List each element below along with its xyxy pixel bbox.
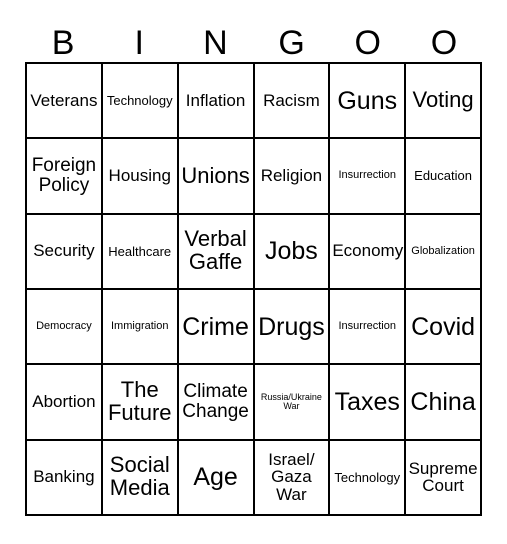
- bingo-cell-r6-c3[interactable]: Age: [178, 440, 255, 516]
- bingo-cell-r6-c4[interactable]: Israel/ Gaza War: [254, 440, 331, 516]
- bingo-cell-label: Technology: [334, 469, 401, 485]
- bingo-cell-r2-c6[interactable]: Education: [406, 139, 482, 215]
- bingo-cell-r3-c4[interactable]: Jobs: [254, 214, 331, 290]
- bingo-header-row: B I N G O O: [25, 16, 482, 60]
- bingo-cell-label: Globalization: [411, 244, 475, 257]
- bingo-cell-label: Age: [193, 463, 238, 492]
- bingo-cell-r1-c4[interactable]: Racism: [254, 64, 331, 140]
- bingo-cell-r5-c2[interactable]: The Future: [102, 365, 179, 441]
- bingo-grid: Veterans Technology Inflation Racism Guns Vot…: [25, 62, 482, 516]
- bingo-cell-label: Veterans: [30, 90, 98, 110]
- bingo-cell-r6-c5[interactable]: Technology: [330, 440, 407, 516]
- bingo-cell-r2-c3[interactable]: Unions: [178, 139, 255, 215]
- bingo-cell-r5-c6[interactable]: China: [406, 365, 482, 441]
- bingo-cell-r6-c2[interactable]: Social Media: [102, 440, 179, 516]
- bingo-cell-label: Jobs: [265, 237, 318, 266]
- bingo-cell-label: Security: [33, 241, 95, 261]
- bingo-cell-r6-c6[interactable]: Supreme Court: [406, 440, 482, 516]
- bingo-cell-r3-c5[interactable]: Economy: [330, 214, 407, 290]
- bingo-cell-r2-c5[interactable]: Insurrection: [330, 139, 407, 215]
- bingo-header-letter-2: N: [203, 24, 228, 62]
- bingo-header-letter-1: I: [134, 24, 144, 62]
- bingo-cell-label: Immigration: [111, 319, 169, 332]
- bingo-cell-r5-c1[interactable]: Abortion: [27, 365, 103, 441]
- bingo-cell-label: Unions: [181, 162, 250, 188]
- bingo-cell-label: Racism: [263, 90, 320, 110]
- bingo-header-letter-5: O: [430, 24, 458, 62]
- bingo-cell-r3-c2[interactable]: Healthcare: [102, 214, 179, 290]
- bingo-cell-r5-c4[interactable]: Russia/Ukraine War: [254, 365, 331, 441]
- bingo-cell-r2-c4[interactable]: Religion: [254, 139, 331, 215]
- bingo-cell-label: Insurrection: [338, 169, 396, 182]
- bingo-cell-label: Democracy: [36, 319, 92, 332]
- bingo-card: B I N G O O Veterans Technology Inflation R…: [0, 0, 507, 544]
- bingo-cell-label: Housing: [108, 166, 171, 186]
- bingo-cell-r1-c3[interactable]: Inflation: [178, 64, 255, 140]
- bingo-cell-r3-c6[interactable]: Globalization: [406, 214, 482, 290]
- bingo-cell-r5-c5[interactable]: Taxes: [330, 365, 407, 441]
- bingo-cell-label: Religion: [260, 166, 323, 186]
- bingo-cell-label: Voting: [412, 87, 474, 113]
- bingo-header-letter-4: O: [354, 24, 381, 62]
- bingo-cell-label: Inflation: [185, 90, 246, 110]
- bingo-cell-r1-c2[interactable]: Technology: [102, 64, 179, 140]
- bingo-cell-label: Foreign Policy: [31, 155, 97, 196]
- bingo-cell-r4-c4[interactable]: Drugs: [254, 290, 331, 366]
- bingo-cell-label: Healthcare: [108, 243, 172, 259]
- bingo-cell-label: Banking: [33, 467, 95, 487]
- bingo-cell-r4-c5[interactable]: Insurrection: [330, 290, 407, 366]
- bingo-cell-r2-c1[interactable]: Foreign Policy: [27, 139, 103, 215]
- bingo-header-letter-3: G: [278, 24, 305, 62]
- bingo-cell-label: The Future: [107, 377, 172, 425]
- bingo-cell-label: Technology: [106, 92, 173, 108]
- bingo-cell-label: Crime: [182, 312, 249, 341]
- bingo-cell-label: Climate Change: [182, 381, 249, 422]
- bingo-cell-label: Guns: [337, 86, 398, 115]
- bingo-cell-label: Israel/ Gaza War: [268, 449, 315, 505]
- bingo-cell-r3-c3[interactable]: Verbal Gaffe: [178, 214, 255, 290]
- bingo-cell-label: Russia/Ukraine War: [260, 391, 322, 411]
- bingo-cell-label: Social Media: [109, 452, 170, 501]
- bingo-cell-r4-c1[interactable]: Democracy: [27, 290, 103, 366]
- bingo-cell-r2-c2[interactable]: Housing: [102, 139, 179, 215]
- bingo-cell-label: Education: [414, 168, 472, 184]
- bingo-cell-r1-c1[interactable]: Veterans: [27, 64, 103, 140]
- bingo-cell-label: Supreme Court: [408, 458, 478, 496]
- bingo-cell-label: Abortion: [32, 392, 96, 412]
- bingo-cell-r6-c1[interactable]: Banking: [27, 440, 103, 516]
- bingo-cell-r4-c3[interactable]: Crime: [178, 290, 255, 366]
- bingo-cell-label: Insurrection: [338, 319, 396, 332]
- bingo-cell-label: Taxes: [334, 387, 400, 416]
- bingo-cell-label: Economy: [332, 241, 404, 261]
- bingo-cell-r1-c5[interactable]: Guns: [330, 64, 407, 140]
- bingo-cell-label: China: [410, 387, 476, 416]
- bingo-header-letter-0: B: [51, 24, 75, 62]
- bingo-cell-r3-c1[interactable]: Security: [27, 214, 103, 290]
- bingo-cell-label: Verbal Gaffe: [184, 226, 247, 275]
- bingo-cell-r1-c6[interactable]: Voting: [406, 64, 482, 140]
- bingo-cell-label: Covid: [411, 312, 476, 341]
- bingo-cell-r4-c2[interactable]: Immigration: [102, 290, 179, 366]
- bingo-cell-r5-c3[interactable]: Climate Change: [178, 365, 255, 441]
- bingo-cell-label: Drugs: [258, 312, 325, 341]
- bingo-cell-r4-c6[interactable]: Covid: [406, 290, 482, 366]
